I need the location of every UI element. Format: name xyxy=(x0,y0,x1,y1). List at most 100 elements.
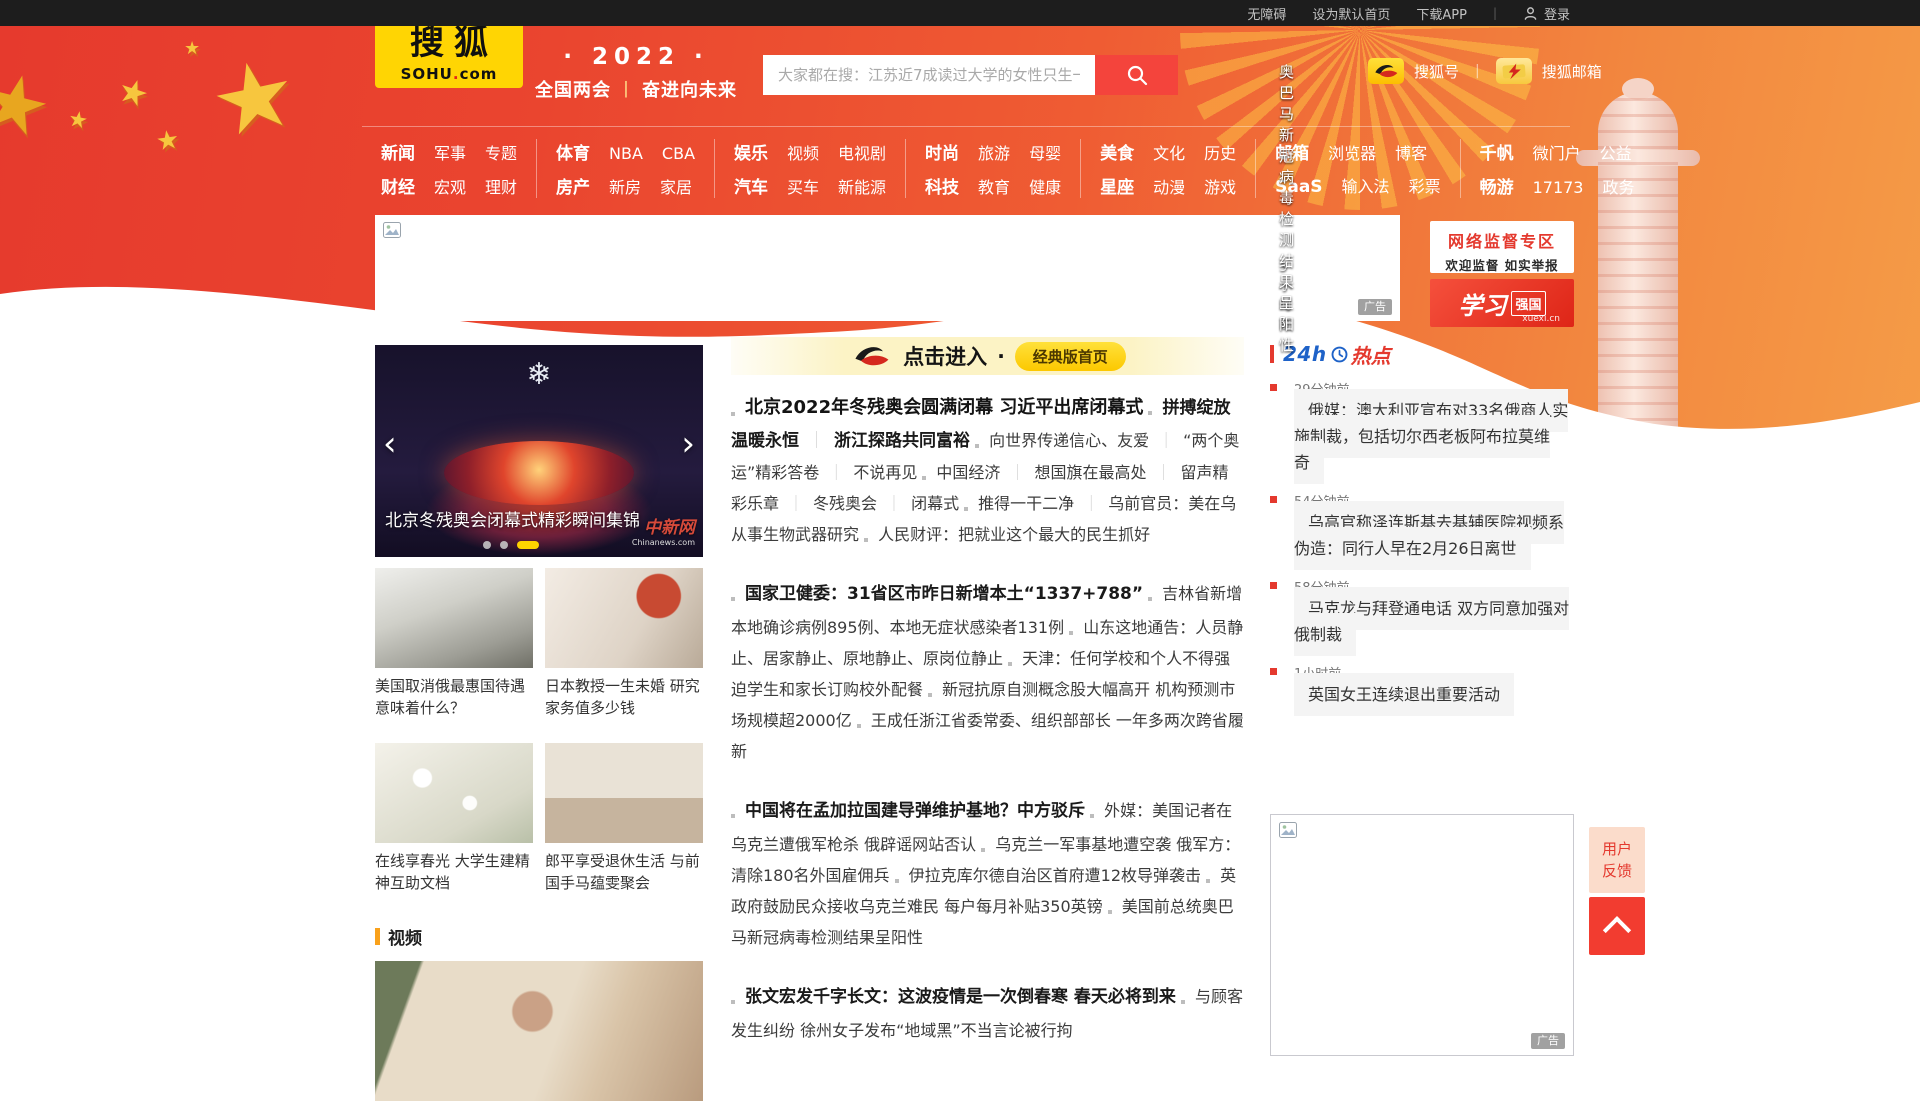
hotspot-item-title[interactable]: 马克龙与拜登通电话 双方同意加强对俄制裁 xyxy=(1294,587,1569,656)
nav-item[interactable]: 17173 xyxy=(1533,178,1584,197)
news-lead[interactable]: 国家卫健委：31省区市昨日新增本土“1337+788” xyxy=(731,584,1143,604)
login-link[interactable]: 登录 xyxy=(1523,4,1570,23)
carousel-next-button[interactable]: › xyxy=(675,427,701,461)
header-links: 搜狐号 | 搜狐邮箱 xyxy=(1368,58,1602,84)
nav-item[interactable]: 输入法 xyxy=(1342,173,1390,197)
nav-item[interactable]: 家居 xyxy=(660,174,692,198)
nav-item[interactable]: 体育 xyxy=(556,139,590,164)
gold-star-decoration: ★ xyxy=(66,108,89,133)
nav-item[interactable]: 宏观 xyxy=(434,174,466,198)
nav-item[interactable]: 浏览器 xyxy=(1328,140,1376,164)
news-group: 张文宏发千字长文：这波疫情是一次倒春寒 春天必将到来 与顾客发生纠纷 徐州女子发… xyxy=(731,979,1244,1046)
search-button[interactable] xyxy=(1095,55,1178,95)
network-supervision-box[interactable]: 网络监督专区 欢迎监督 如实举报 xyxy=(1430,221,1574,273)
nav-item[interactable]: 理财 xyxy=(485,174,517,198)
gold-star-decoration: ★ xyxy=(184,40,200,58)
nav-item[interactable]: 健康 xyxy=(1029,174,1061,198)
sohu-mail-link[interactable]: 搜狐邮箱 xyxy=(1496,58,1602,84)
sohu-account-link[interactable]: 搜狐号 xyxy=(1368,58,1459,84)
nav-item[interactable]: 美食 xyxy=(1100,139,1134,164)
carousel-prev-button[interactable]: ‹ xyxy=(377,427,403,461)
nav-item[interactable]: 动漫 xyxy=(1153,174,1185,198)
nav-item[interactable]: 财经 xyxy=(381,173,415,198)
nav-item[interactable]: 星座 xyxy=(1100,173,1134,198)
nav-group-qianfan: 千帆微门户公益 畅游 17173 政务 xyxy=(1460,139,1654,198)
nav-item[interactable]: CBA xyxy=(662,144,695,163)
news-lead[interactable]: 中国将在孟加拉国建导弹维护基地？中方驳斥 xyxy=(731,801,1085,821)
nav-item[interactable]: 娱乐 xyxy=(734,139,768,164)
nav-item[interactable]: 新房 xyxy=(609,174,641,198)
nav-item[interactable]: 母婴 xyxy=(1029,140,1061,164)
classic-homepage-entry[interactable]: 点击进入 · 经典版首页 xyxy=(731,337,1244,375)
story-card-image-blossoms xyxy=(375,743,533,843)
nav-item[interactable]: 游戏 xyxy=(1204,174,1236,198)
nav-group-fashion: 时尚旅游母婴 科技教育健康 xyxy=(905,139,1080,198)
set-default-homepage-link[interactable]: 设为默认首页 xyxy=(1312,4,1390,23)
news-line[interactable]: 伊拉克库尔德自治区首府遭12枚导弹袭击 xyxy=(895,866,1201,885)
nav-item[interactable]: 文化 xyxy=(1153,140,1185,164)
carousel-dot[interactable] xyxy=(500,541,508,549)
classic-homepage-button[interactable]: 经典版首页 xyxy=(1015,342,1126,371)
user-feedback-button[interactable]: 用户 反馈 xyxy=(1589,827,1645,893)
news-line[interactable]: 人民财评：把就业这个最大的民生抓好 xyxy=(864,525,1150,544)
carousel-dot-active[interactable] xyxy=(517,541,539,549)
story-card[interactable]: 日本教授一生未婚 研究家务值多少钱 xyxy=(545,568,703,719)
hotspot-item-title[interactable]: 俄媒：澳大利亚宣布对33名俄商人实施制裁，包括切尔西老板阿布拉莫维奇 xyxy=(1294,389,1568,484)
nav-group-sports: 体育 NBA CBA 房产新房家居 xyxy=(536,139,714,198)
nav-item[interactable]: NBA xyxy=(609,144,643,163)
hotspot-item-title[interactable]: 英国女王连续退出重要活动 xyxy=(1294,673,1514,716)
video-section-title[interactable]: 视频 xyxy=(388,924,422,949)
nav-item[interactable]: 博客 xyxy=(1395,140,1427,164)
nav-item[interactable]: 新闻 xyxy=(381,139,415,164)
xuexi-qiangguo-banner[interactable]: 学习 强国 xuexi.cn xyxy=(1430,279,1574,327)
download-app-link[interactable]: 下载APP xyxy=(1416,4,1467,23)
nav-item[interactable]: 房产 xyxy=(556,173,590,198)
accessibility-link[interactable]: 无障碍 xyxy=(1247,4,1286,23)
video-thumbnail[interactable] xyxy=(375,961,703,1101)
search-bar xyxy=(763,55,1178,95)
news-lead[interactable]: 张文宏发千字长文：这波疫情是一次倒春寒 春天必将到来 xyxy=(731,987,1176,1007)
top-ad-banner[interactable]: 广告 xyxy=(375,215,1400,321)
two-sessions-slogan[interactable]: · 2022 · 全国两会丨奋进向未来 xyxy=(516,44,756,102)
nav-item[interactable]: 畅游 xyxy=(1480,173,1514,198)
search-input[interactable] xyxy=(763,55,1095,95)
news-headline[interactable]: 北京2022年冬残奥会圆满闭幕 习近平出席闭幕式 xyxy=(731,397,1143,418)
nav-item[interactable]: 政务 xyxy=(1602,174,1634,198)
nav-item[interactable]: 公益 xyxy=(1600,140,1632,164)
nav-item[interactable]: 视频 xyxy=(787,140,819,164)
news-group: 北京2022年冬残奥会圆满闭幕 习近平出席闭幕式 拼搏绽放 温暖永恒｜浙江探路共… xyxy=(731,391,1244,550)
nav-item[interactable]: 专题 xyxy=(485,140,517,164)
carousel-caption[interactable]: 北京冬残奥会闭幕式精彩瞬间集锦 xyxy=(385,506,640,531)
story-card[interactable]: 在线享春光 大学生建精神互助文档 xyxy=(375,743,533,894)
supervision-subtitle: 欢迎监督 如实举报 xyxy=(1430,255,1574,274)
nav-item[interactable]: 新能源 xyxy=(838,174,886,198)
nav-item[interactable]: 科技 xyxy=(925,173,959,198)
story-card[interactable]: 郎平享受退休生活 与前国手马蕴雯聚会 xyxy=(545,743,703,894)
topbar-divider: | xyxy=(1493,6,1497,20)
mail-lightning-icon xyxy=(1496,58,1532,84)
nav-item[interactable]: 买车 xyxy=(787,174,819,198)
nav-item[interactable]: 旅游 xyxy=(978,140,1010,164)
story-card[interactable]: 美国取消俄最惠国待遇意味着什么？ xyxy=(375,568,533,719)
nav-item[interactable]: 千帆 xyxy=(1480,139,1514,164)
nav-item[interactable]: 教育 xyxy=(978,174,1010,198)
clock-icon xyxy=(1331,346,1348,363)
nav-item[interactable]: 军事 xyxy=(434,140,466,164)
nav-item[interactable]: 历史 xyxy=(1204,140,1236,164)
nav-item[interactable]: 彩票 xyxy=(1409,173,1441,197)
hotspot-item-title[interactable]: 乌高官称泽连斯基去基辅医院视频系伪造：同行人早在2月26日离世 xyxy=(1294,501,1564,570)
nav-item[interactable]: 微门户 xyxy=(1533,140,1581,164)
carousel-dot[interactable] xyxy=(483,541,491,549)
back-to-top-button[interactable] xyxy=(1589,897,1645,955)
nav-item[interactable]: 汽车 xyxy=(734,173,768,198)
feedback-label: 反馈 xyxy=(1589,860,1645,882)
nav-item[interactable]: 时尚 xyxy=(925,139,959,164)
xuexi-word1: 学习 xyxy=(1458,286,1506,321)
entry-text: 点击进入 xyxy=(903,341,987,371)
sidebar-ad-box[interactable]: 广告 xyxy=(1270,814,1574,1056)
nav-item[interactable]: 电视剧 xyxy=(838,140,886,164)
story-card-caption: 郎平享受退休生活 与前国手马蕴雯聚会 xyxy=(545,850,703,894)
header-links-divider: | xyxy=(1475,63,1480,79)
hotspot-item: 29分钟前 俄媒：澳大利亚宣布对33名俄商人实施制裁，包括切尔西老板阿布拉莫维奇 xyxy=(1270,379,1576,476)
carousel[interactable]: ❄ 北京冬残奥会闭幕式精彩瞬间集锦 中新网 Chinanews.com ‹ › xyxy=(375,345,703,557)
